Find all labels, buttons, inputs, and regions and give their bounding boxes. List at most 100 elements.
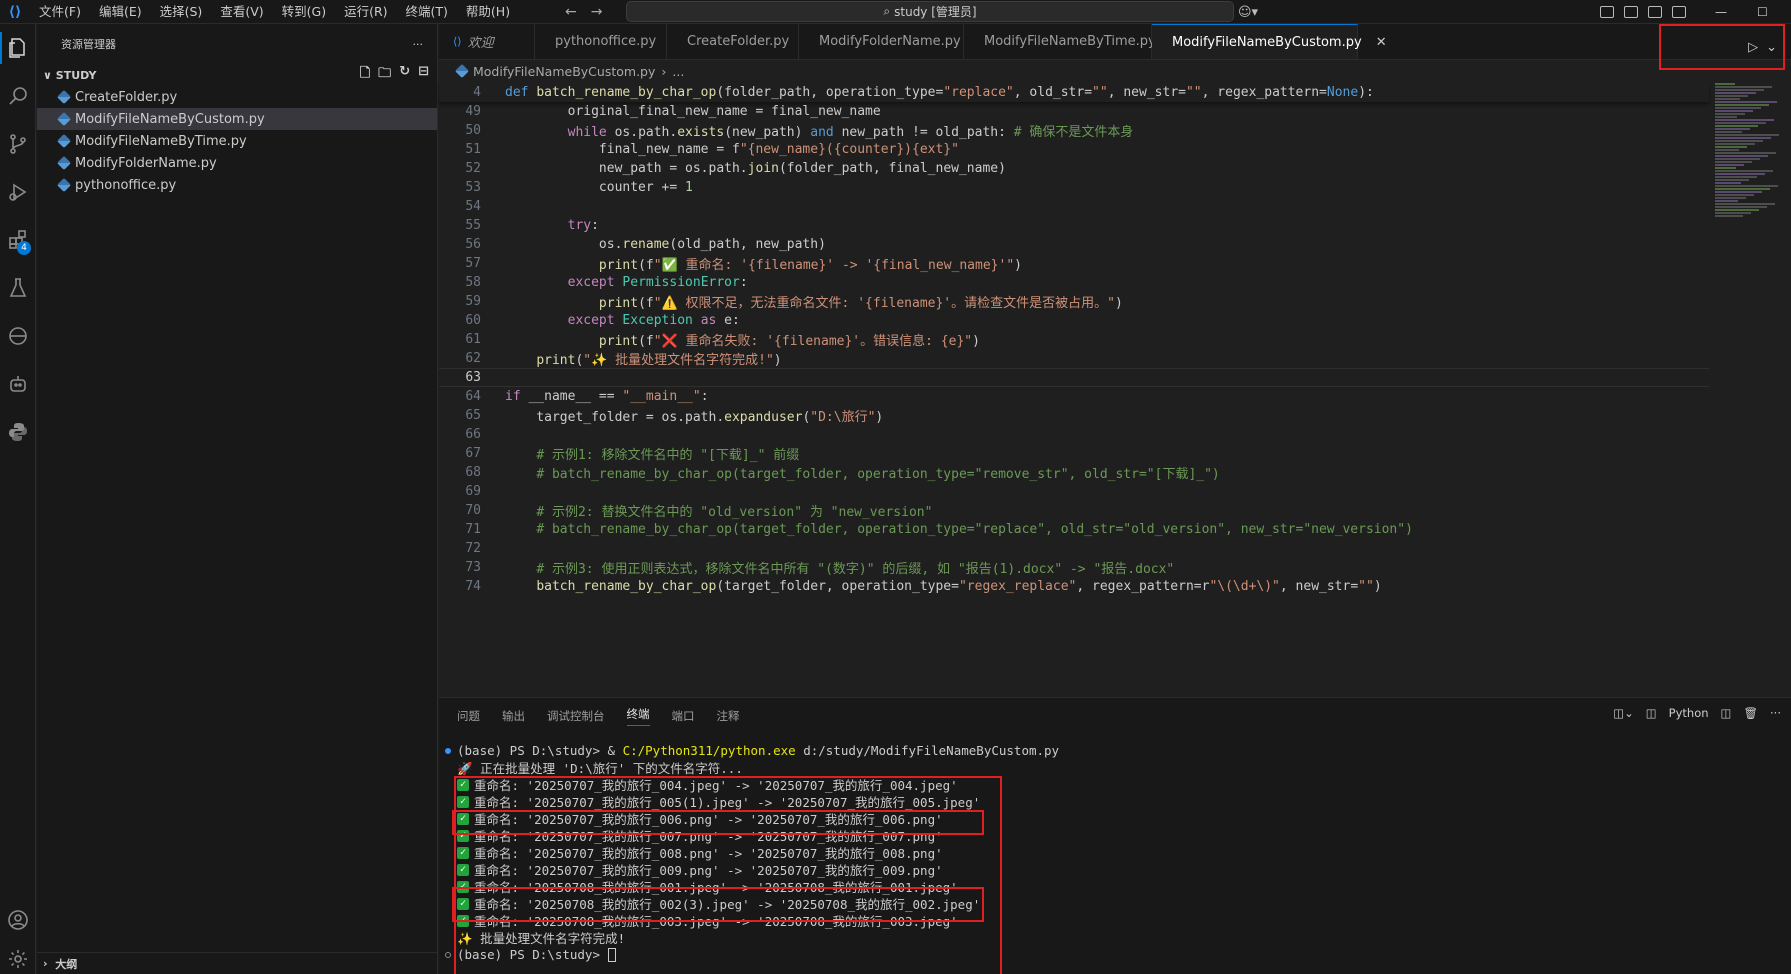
minimap-line [1715,101,1777,103]
code-line[interactable]: 50 while os.path.exists(new_path) and ne… [439,121,1709,140]
back-arrow-icon[interactable]: ← [565,4,577,20]
breadcrumb-more[interactable]: ... [672,64,684,79]
file-item[interactable]: ModifyFileNameByCustom.py [37,108,437,130]
tab[interactable]: ModifyFileNameByCustom.py ✕ [1152,24,1387,59]
menu-item[interactable]: 帮助(H) [457,0,519,24]
file-item[interactable]: ModifyFileNameByTime.py [37,130,437,152]
new-folder-icon[interactable]: 🗀 [378,64,391,86]
minimap-line [1715,119,1774,121]
menu-item[interactable]: 运行(R) [335,0,396,24]
code-line[interactable]: 72 [439,539,1709,558]
tab[interactable]: ModifyFileNameByTime.py [964,24,1156,59]
run-debug-icon[interactable] [0,168,36,216]
refresh-icon[interactable]: ↻ [399,64,410,86]
explorer-icon[interactable] [0,24,36,72]
tab[interactable]: ModifyFolderName.py [799,24,964,59]
toggle-secondary-sidebar-icon[interactable] [1672,6,1686,18]
panel-tab[interactable]: 终端 [626,706,650,726]
minimap[interactable] [1715,82,1785,232]
file-item[interactable]: ModifyFolderName.py [37,152,437,174]
run-options-chevron-icon[interactable]: ⌄ [1766,40,1777,55]
code-line[interactable]: 59 print(f"⚠️ 权限不足，无法重命名文件: '{filename}'… [439,292,1709,311]
extensions-badge: 4 [17,241,31,255]
testing-icon[interactable] [0,264,36,312]
python-icon[interactable] [0,408,36,456]
collapse-all-icon[interactable]: ⊟ [418,64,429,86]
code-line[interactable]: 51 final_new_name = f"{new_name}({counte… [439,140,1709,159]
code-line[interactable]: 55 try: [439,216,1709,235]
toggle-sidebar-icon[interactable] [1624,6,1638,18]
code-line[interactable]: 58 except PermissionError: [439,273,1709,292]
code-line[interactable]: 57 print(f"✅ 重命名: '{filename}' -> '{fina… [439,254,1709,273]
minimize-icon[interactable]: — [1715,5,1727,19]
split-terminal-icon[interactable]: ◫⌄ [1613,706,1634,720]
code-line[interactable]: 63 [439,368,1709,387]
customize-layout-icon[interactable] [1600,6,1614,18]
copilot-icon[interactable]: ☺▾ [1238,0,1258,24]
code-line[interactable]: 69 [439,482,1709,501]
code-line[interactable]: 74 batch_rename_by_char_op(target_folder… [439,577,1709,596]
search-icon[interactable] [0,72,36,120]
panel-tab[interactable]: 问题 [457,708,480,724]
settings-gear-icon[interactable] [0,944,36,974]
menu-item[interactable]: 文件(F) [30,0,90,24]
tab[interactable]: CreateFolder.py [667,24,799,59]
outline-section-header[interactable]: › 大纲 [37,952,437,974]
copilot-chat-icon[interactable] [0,360,36,408]
minimap-line [1715,140,1763,142]
menu-item[interactable]: 查看(V) [211,0,272,24]
panel-tab[interactable]: 注释 [717,708,740,724]
close-icon[interactable]: ✕ [1376,35,1387,50]
code-line[interactable]: 60 except Exception as e: [439,311,1709,330]
code-line[interactable]: 73 # 示例3: 使用正则表达式，移除文件名中所有 "(数字)" 的后缀, 如… [439,558,1709,577]
code-line[interactable]: 68 # batch_rename_by_char_op(target_fold… [439,463,1709,482]
menu-item[interactable]: 转到(G) [273,0,335,24]
forward-arrow-icon[interactable]: → [591,4,603,20]
tab[interactable]: pythonoffice.py [535,24,667,59]
account-icon[interactable] [0,896,36,944]
code-line[interactable]: 61 print(f"❌ 重命名失败: '{filename}'。错误信息: {… [439,330,1709,349]
file-item[interactable]: CreateFolder.py [37,86,437,108]
code-text: if __name__ == "__main__": [505,389,709,404]
extensions-icon[interactable]: 4 [0,216,36,264]
code-line[interactable]: 66 [439,425,1709,444]
breadcrumb-file[interactable]: ModifyFileNameByCustom.py [473,64,655,79]
maximize-icon[interactable]: ☐ [1757,5,1768,19]
menu-item[interactable]: 编辑(E) [90,0,151,24]
file-item[interactable]: pythonoffice.py [37,174,437,196]
code-line[interactable]: 53 counter += 1 [439,178,1709,197]
code-editor[interactable]: 4 def batch_rename_by_char_op(folder_pat… [439,82,1709,612]
terminal-shell-label[interactable]: Python [1669,706,1709,720]
more-actions-icon[interactable]: ··· [1770,706,1781,720]
workspace-section-header[interactable]: ∨ STUDY 🗋 🗀 ↻ ⊟ [37,64,437,86]
code-line[interactable]: 54 [439,197,1709,216]
tab[interactable]: ⟨⟩ 欢迎 [439,24,535,59]
kill-terminal-icon[interactable]: 🗑 [1743,706,1758,720]
tab-label: 欢迎 [467,36,494,51]
title-bar: ⟨⟩ 文件(F) 编辑(E) 选择(S) 查看(V) 转到(G) 运行(R) 终端(T) 帮助… [0,0,1791,24]
code-text: # 示例1: 移除文件名中的 "[下载]_" 前缀 [536,448,800,463]
source-control-icon[interactable] [0,120,36,168]
more-actions-icon[interactable]: ··· [413,38,424,51]
panel-tab[interactable]: 端口 [672,708,695,724]
sticky-scroll-line[interactable]: 4 def batch_rename_by_char_op(folder_pat… [439,82,1709,102]
code-line[interactable]: 70 # 示例2: 替换文件名中的 "old_version" 为 "new_v… [439,501,1709,520]
code-line[interactable]: 52 new_path = os.path.join(folder_path, … [439,159,1709,178]
split-panel-icon[interactable]: ◫ [1721,706,1732,720]
menu-item[interactable]: 选择(S) [151,0,212,24]
code-line[interactable]: 56 os.rename(old_path, new_path) [439,235,1709,254]
panel-tab[interactable]: 输出 [502,708,525,724]
panel-tab[interactable]: 调试控制台 [547,708,605,724]
menu-item[interactable]: 终端(T) [397,0,457,24]
code-line[interactable]: 67 # 示例1: 移除文件名中的 "[下载]_" 前缀 [439,444,1709,463]
toggle-panel-icon[interactable] [1648,6,1662,18]
code-line[interactable]: 65 target_folder = os.path.expanduser("D… [439,406,1709,425]
code-line[interactable]: 64 if __name__ == "__main__": [439,387,1709,406]
code-line[interactable]: 71 # batch_rename_by_char_op(target_fold… [439,520,1709,539]
code-line[interactable]: 62 print("✨ 批量处理文件名字符完成!") [439,349,1709,368]
run-python-file-icon[interactable]: ▷ [1748,40,1758,55]
new-file-icon[interactable]: 🗋 [360,64,370,86]
command-center[interactable]: ⌕ study [管理员] [626,1,1234,22]
code-line[interactable]: 49 original_final_new_name = final_new_n… [439,102,1709,121]
remote-explorer-icon[interactable] [0,312,36,360]
